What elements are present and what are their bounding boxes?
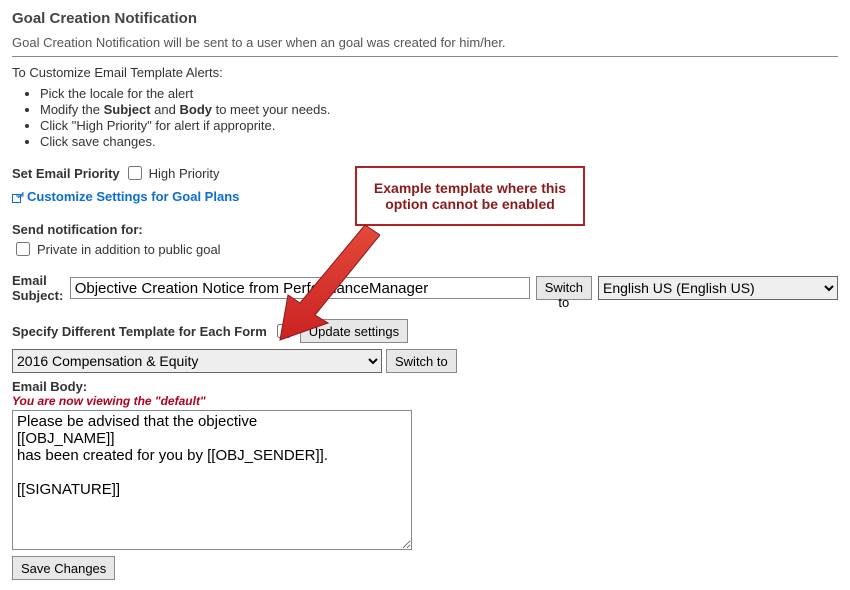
private-goal-text: Private in addition to public goal bbox=[37, 242, 221, 257]
email-body-label: Email Body: bbox=[12, 379, 838, 394]
form-template-select[interactable]: 2016 Compensation & Equity bbox=[12, 349, 382, 373]
high-priority-checkbox[interactable] bbox=[128, 166, 142, 180]
specify-template-label: Specify Different Template for Each Form bbox=[12, 324, 267, 339]
text: to meet your needs. bbox=[212, 102, 331, 117]
save-changes-button[interactable]: Save Changes bbox=[12, 556, 115, 580]
private-goal-label[interactable]: Private in addition to public goal bbox=[12, 239, 221, 259]
email-subject-input[interactable] bbox=[70, 277, 530, 299]
viewing-default-note: You are now viewing the "default" bbox=[12, 394, 838, 408]
divider bbox=[12, 56, 838, 57]
instruction-item: Pick the locale for the alert bbox=[40, 86, 838, 101]
instruction-item: Modify the Subject and Body to meet your… bbox=[40, 102, 838, 117]
form-select-row: 2016 Compensation & Equity Switch to bbox=[12, 349, 838, 373]
instructions-list: Pick the locale for the alert Modify the… bbox=[40, 86, 838, 149]
text: Modify the bbox=[40, 102, 104, 117]
customize-heading: To Customize Email Template Alerts: bbox=[12, 65, 838, 80]
email-subject-row: Email Subject: Switch to English US (Eng… bbox=[12, 273, 838, 303]
template-row: Specify Different Template for Each Form… bbox=[12, 319, 838, 343]
page-title: Goal Creation Notification bbox=[12, 10, 838, 27]
private-goal-checkbox[interactable] bbox=[16, 242, 30, 256]
instruction-item: Click "High Priority" for alert if appro… bbox=[40, 118, 838, 133]
language-select[interactable]: English US (English US) bbox=[598, 276, 838, 300]
intro-text: Goal Creation Notification will be sent … bbox=[12, 35, 838, 50]
annotation-callout: Example template where this option canno… bbox=[355, 166, 585, 226]
text-bold: Body bbox=[179, 102, 212, 117]
annotation-text: Example template where this option canno… bbox=[374, 180, 566, 212]
form-switch-to-button[interactable]: Switch to bbox=[386, 349, 457, 373]
customize-settings-link[interactable]: Customize Settings for Goal Plans bbox=[27, 189, 239, 204]
subject-switch-to-button[interactable]: Switch to bbox=[536, 276, 592, 300]
update-settings-button[interactable]: Update settings bbox=[300, 319, 408, 343]
email-body-textarea[interactable] bbox=[12, 410, 412, 550]
text: and bbox=[151, 102, 180, 117]
high-priority-text: High Priority bbox=[149, 166, 220, 181]
text-bold: Subject bbox=[104, 102, 151, 117]
specify-template-checkbox[interactable] bbox=[277, 324, 291, 338]
priority-label: Set Email Priority bbox=[12, 166, 120, 181]
notification-section: Send notification for: Private in additi… bbox=[12, 222, 838, 259]
email-subject-label: Email Subject: bbox=[12, 273, 64, 303]
instruction-item: Click save changes. bbox=[40, 134, 838, 149]
high-priority-label[interactable]: High Priority bbox=[124, 163, 220, 183]
external-link-icon bbox=[12, 192, 24, 204]
